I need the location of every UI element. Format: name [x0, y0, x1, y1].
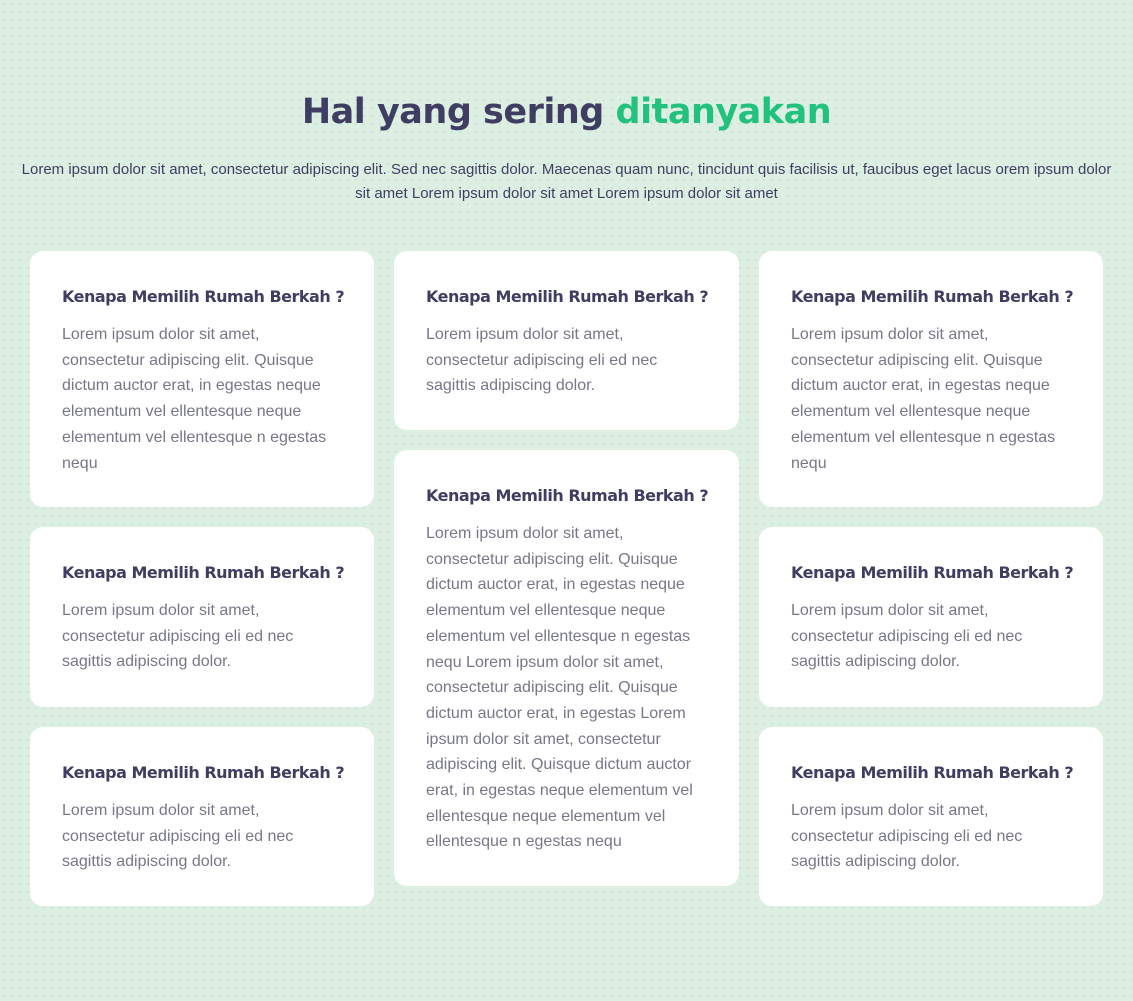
- faq-question: Kenapa Memilih Rumah Berkah ?: [426, 486, 709, 505]
- faq-card: Kenapa Memilih Rumah Berkah ? Lorem ipsu…: [759, 727, 1103, 906]
- faq-answer: Lorem ipsum dolor sit amet, consectetur …: [426, 525, 693, 851]
- faq-answer: Lorem ipsum dolor sit amet, consectetur …: [791, 326, 1056, 472]
- page-title-accent: ditanyakan: [615, 92, 832, 132]
- page-description: Lorem ipsum dolor sit amet, consectetur …: [21, 161, 1112, 202]
- faq-question: Kenapa Memilih Rumah Berkah ?: [791, 763, 1074, 782]
- faq-answer: Lorem ipsum dolor sit amet, consectetur …: [791, 802, 1023, 871]
- faq-card: Kenapa Memilih Rumah Berkah ? Lorem ipsu…: [30, 251, 374, 507]
- faq-card: Kenapa Memilih Rumah Berkah ? Lorem ipsu…: [30, 527, 374, 707]
- faq-card: Kenapa Memilih Rumah Berkah ? Lorem ipsu…: [759, 527, 1103, 707]
- faq-question: Kenapa Memilih Rumah Berkah ?: [791, 563, 1074, 582]
- faq-answer: Lorem ipsum dolor sit amet, consectetur …: [791, 602, 1023, 671]
- faq-answer: Lorem ipsum dolor sit amet, consectetur …: [62, 602, 294, 671]
- faq-question: Kenapa Memilih Rumah Berkah ?: [791, 287, 1074, 306]
- faq-answer: Lorem ipsum dolor sit amet, consectetur …: [62, 802, 294, 871]
- page-title-main: Hal yang sering: [301, 92, 604, 132]
- faq-answer: Lorem ipsum dolor sit amet, consectetur …: [62, 326, 327, 472]
- faq-question: Kenapa Memilih Rumah Berkah ?: [426, 287, 709, 306]
- faq-card: Kenapa Memilih Rumah Berkah ? Lorem ipsu…: [394, 450, 739, 886]
- faq-question: Kenapa Memilih Rumah Berkah ?: [62, 287, 345, 306]
- faq-question: Kenapa Memilih Rumah Berkah ?: [62, 563, 345, 582]
- faq-card: Kenapa Memilih Rumah Berkah ? Lorem ipsu…: [394, 251, 739, 430]
- faq-answer: Lorem ipsum dolor sit amet, consectetur …: [426, 326, 658, 395]
- page-title: Hal yang sering ditanyakan: [0, 86, 1133, 138]
- faq-card: Kenapa Memilih Rumah Berkah ? Lorem ipsu…: [759, 251, 1103, 507]
- faq-question: Kenapa Memilih Rumah Berkah ?: [62, 763, 345, 782]
- faq-card: Kenapa Memilih Rumah Berkah ? Lorem ipsu…: [30, 727, 374, 906]
